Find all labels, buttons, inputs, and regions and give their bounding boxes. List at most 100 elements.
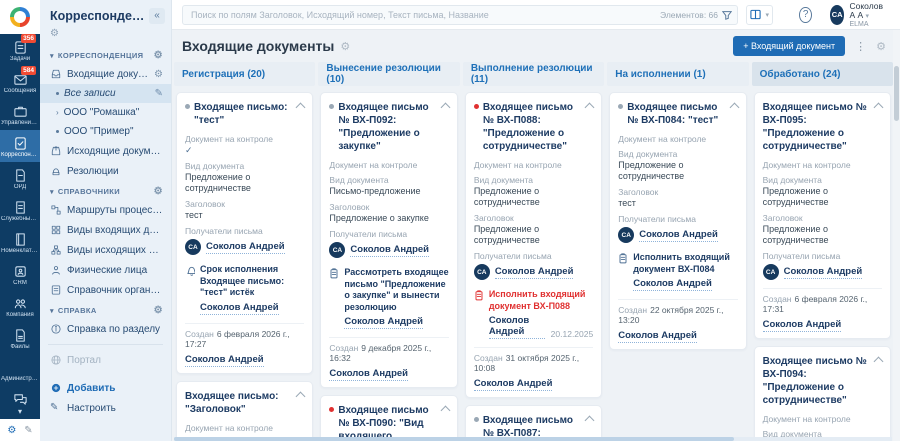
item-gear-icon[interactable]: ⚙	[154, 69, 163, 80]
rail-item-tasks[interactable]: 356 Задачи	[0, 34, 40, 66]
person-link[interactable]: Соколов Андрей	[783, 266, 863, 279]
card-title: Входящее письмо № ВХ-П090: "Вид входящег…	[338, 405, 429, 437]
document-card[interactable]: Входящее письмо: "тест" Документ на контр…	[176, 92, 314, 374]
creator-link[interactable]: Соколов Андрей	[618, 330, 697, 343]
column-header[interactable]: На исполнении (1)	[607, 62, 749, 86]
person-link[interactable]: Соколов Андрей	[639, 229, 718, 242]
sidebar-item[interactable]: Маршруты процессов	[40, 200, 171, 220]
settings-gear-icon[interactable]: ⚙	[7, 425, 16, 436]
help-button[interactable]: ?	[799, 6, 812, 23]
gear-icon: undefined	[13, 360, 28, 375]
section-gear-icon[interactable]: ⚙	[154, 305, 163, 316]
column-header[interactable]: Выполнение резолюции (11)	[462, 62, 605, 86]
view-switcher-button[interactable]: ▾	[746, 4, 774, 25]
sidebar-item[interactable]: ООО "Пример"	[40, 122, 171, 141]
sidebar-item[interactable]: Входящие документы ⚙	[40, 64, 171, 84]
sidebar-item-label: Добавить	[67, 382, 116, 394]
rail-item-briefcase[interactable]: Управление договорами	[0, 98, 40, 130]
sidebar-collapse-button[interactable]: «	[149, 8, 165, 24]
sidebar-item[interactable]: Все записи ✎	[40, 84, 171, 103]
add-incoming-document-button[interactable]: + Входящий документ	[733, 36, 846, 56]
rail-more-button[interactable]: ▾	[0, 407, 40, 419]
rail-item-messages[interactable]: 584 Сообщения	[0, 66, 40, 98]
column-header[interactable]: Регистрация (20)	[174, 62, 316, 86]
task-assignee-link[interactable]: Соколов Андрей	[488, 315, 545, 339]
sidebar-item[interactable]: Исходящие документы	[40, 141, 171, 161]
sidebar-item[interactable]: Справка по разделу	[40, 319, 171, 339]
collapse-chevron-icon[interactable]	[584, 102, 595, 113]
task-assignee-link[interactable]: Соколов Андрей	[344, 316, 424, 329]
document-card[interactable]: Входящее письмо № ВХ-П088: "Предложение …	[464, 92, 603, 398]
rail-item-gear[interactable]: undefinedАдминистрир...	[0, 355, 40, 387]
document-card[interactable]: Входящее письмо № ВХ-П092: "Предложение …	[320, 92, 458, 388]
document-card[interactable]: Входящее письмо № ВХ-П094: "Предложение …	[753, 346, 892, 437]
rail-item-file[interactable]: Файлы	[0, 323, 40, 355]
collapse-chevron-icon[interactable]	[440, 102, 451, 113]
collapse-chevron-icon[interactable]	[295, 391, 306, 401]
rail-item-book[interactable]: Номенклату... дел	[0, 226, 40, 258]
sidebar-item[interactable]: Физические лица	[40, 260, 171, 280]
kebab-menu-icon[interactable]: ⋮	[855, 40, 866, 53]
filter-funnel-icon[interactable]	[722, 10, 732, 20]
elma-logo-icon[interactable]	[10, 7, 30, 27]
document-card[interactable]: Входящее письмо № ВХ-П084: "тест" Докумен…	[609, 92, 747, 350]
collapse-chevron-icon[interactable]	[440, 405, 451, 416]
workspace-gear-icon[interactable]: ⚙	[50, 28, 59, 39]
sidebar-configure-button[interactable]: ✎ Настроить	[40, 398, 171, 418]
collapse-chevron-icon[interactable]	[295, 102, 306, 113]
collapse-chevron-icon[interactable]	[873, 356, 884, 367]
rail-item-note[interactable]: Служебные записки	[0, 194, 40, 226]
sidebar-item[interactable]: › ООО "Ромашка"	[40, 103, 171, 122]
sidebar-add-button[interactable]: Добавить	[40, 378, 171, 398]
sidebar-item[interactable]: Справочник организаций	[40, 280, 171, 300]
sidebar-item[interactable]: Виды входящих документов	[40, 220, 171, 240]
column-header[interactable]: Вынесение резолюции (10)	[318, 62, 460, 86]
section-gear-icon[interactable]: ⚙	[154, 50, 163, 61]
sidebar-item-portal[interactable]: Портал	[40, 350, 171, 370]
page-settings-gear-icon[interactable]: ⚙	[340, 40, 350, 53]
person-link[interactable]: Соколов Андрей	[206, 241, 285, 254]
sidebar-section-header[interactable]: ▾ КОРРЕСПОНДЕНЦИЯ ⚙	[40, 45, 171, 64]
rail-item-doc-check[interactable]: Корреспонд...	[0, 130, 40, 163]
horizontal-scrollbar-thumb[interactable]	[174, 437, 735, 441]
creator-link[interactable]: Соколов Андрей	[762, 319, 842, 332]
sidebar-item[interactable]: Резолюции	[40, 161, 171, 181]
column-header[interactable]: Обработано (24)	[751, 62, 893, 86]
rail-item-document[interactable]: ОРД	[0, 162, 40, 194]
vertical-scrollbar-thumb[interactable]	[894, 66, 899, 121]
document-card[interactable]: Входящее письмо № ВХ-П090: "Вид входящег…	[320, 395, 458, 437]
rail-item-people[interactable]: Компания	[0, 291, 40, 323]
task-row[interactable]: Исполнить входящий документ ВХ-П084 Сокол…	[618, 252, 737, 291]
collapse-chevron-icon[interactable]	[729, 102, 740, 113]
task-assignee-link[interactable]: Соколов Андрей	[200, 302, 279, 315]
person-link[interactable]: Соколов Андрей	[350, 244, 430, 257]
sidebar-item[interactable]: Виды исходящих документов	[40, 240, 171, 260]
person-link[interactable]: Соколов Андрей	[494, 266, 574, 279]
user-menu[interactable]: CA Соколов А А ▾ ELMA	[829, 1, 890, 28]
creator-link[interactable]: Соколов Андрей	[329, 368, 409, 381]
task-assignee-link[interactable]: Соколов Андрей	[633, 278, 712, 291]
task-row[interactable]: Рассмотреть входящее письмо "Предложение…	[329, 267, 449, 329]
task-row[interactable]: Исполнить входящий документ ВХ-П088 Сокол…	[474, 289, 593, 339]
document-card[interactable]: Входящее письмо № ВХ-П095: "Предложение …	[753, 92, 892, 339]
task-row[interactable]: Срок исполнения Входящее письмо: "тест" …	[185, 264, 304, 315]
card-header: Входящее письмо № ВХ-П084: "тест"	[618, 101, 740, 127]
created-label: Создан 22 октября 2025 г., 13:20	[618, 305, 724, 325]
edit-pencil-icon[interactable]: ✎	[24, 425, 32, 436]
sidebar-section-header[interactable]: ▾ СПРАВОЧНИКИ ⚙	[40, 181, 171, 200]
sidebar-item-label: Резолюции	[67, 165, 119, 177]
creator-link[interactable]: Соколов Андрей	[473, 378, 553, 391]
creator-link[interactable]: Соколов Андрей	[185, 354, 264, 367]
rail-item-label: Файлы	[10, 344, 30, 351]
section-gear-icon[interactable]: ⚙	[154, 186, 163, 197]
item-pencil-icon[interactable]: ✎	[155, 88, 163, 99]
board-settings-gear-icon[interactable]: ⚙	[876, 40, 886, 53]
sidebar-section-header[interactable]: ▾ СПРАВКА ⚙	[40, 300, 171, 319]
document-card[interactable]: Входящее письмо: "Заголовок" Документ на …	[176, 380, 314, 437]
collapse-chevron-icon[interactable]	[584, 415, 595, 426]
task-body: Срок исполнения Входящее письмо: "тест" …	[200, 264, 304, 315]
search-input[interactable]	[182, 4, 738, 25]
document-card[interactable]: Входящее письмо № ВХ-П087: "Предложение …	[464, 405, 603, 437]
rail-item-contact-card[interactable]: CRM	[0, 259, 40, 291]
collapse-chevron-icon[interactable]	[873, 102, 884, 113]
